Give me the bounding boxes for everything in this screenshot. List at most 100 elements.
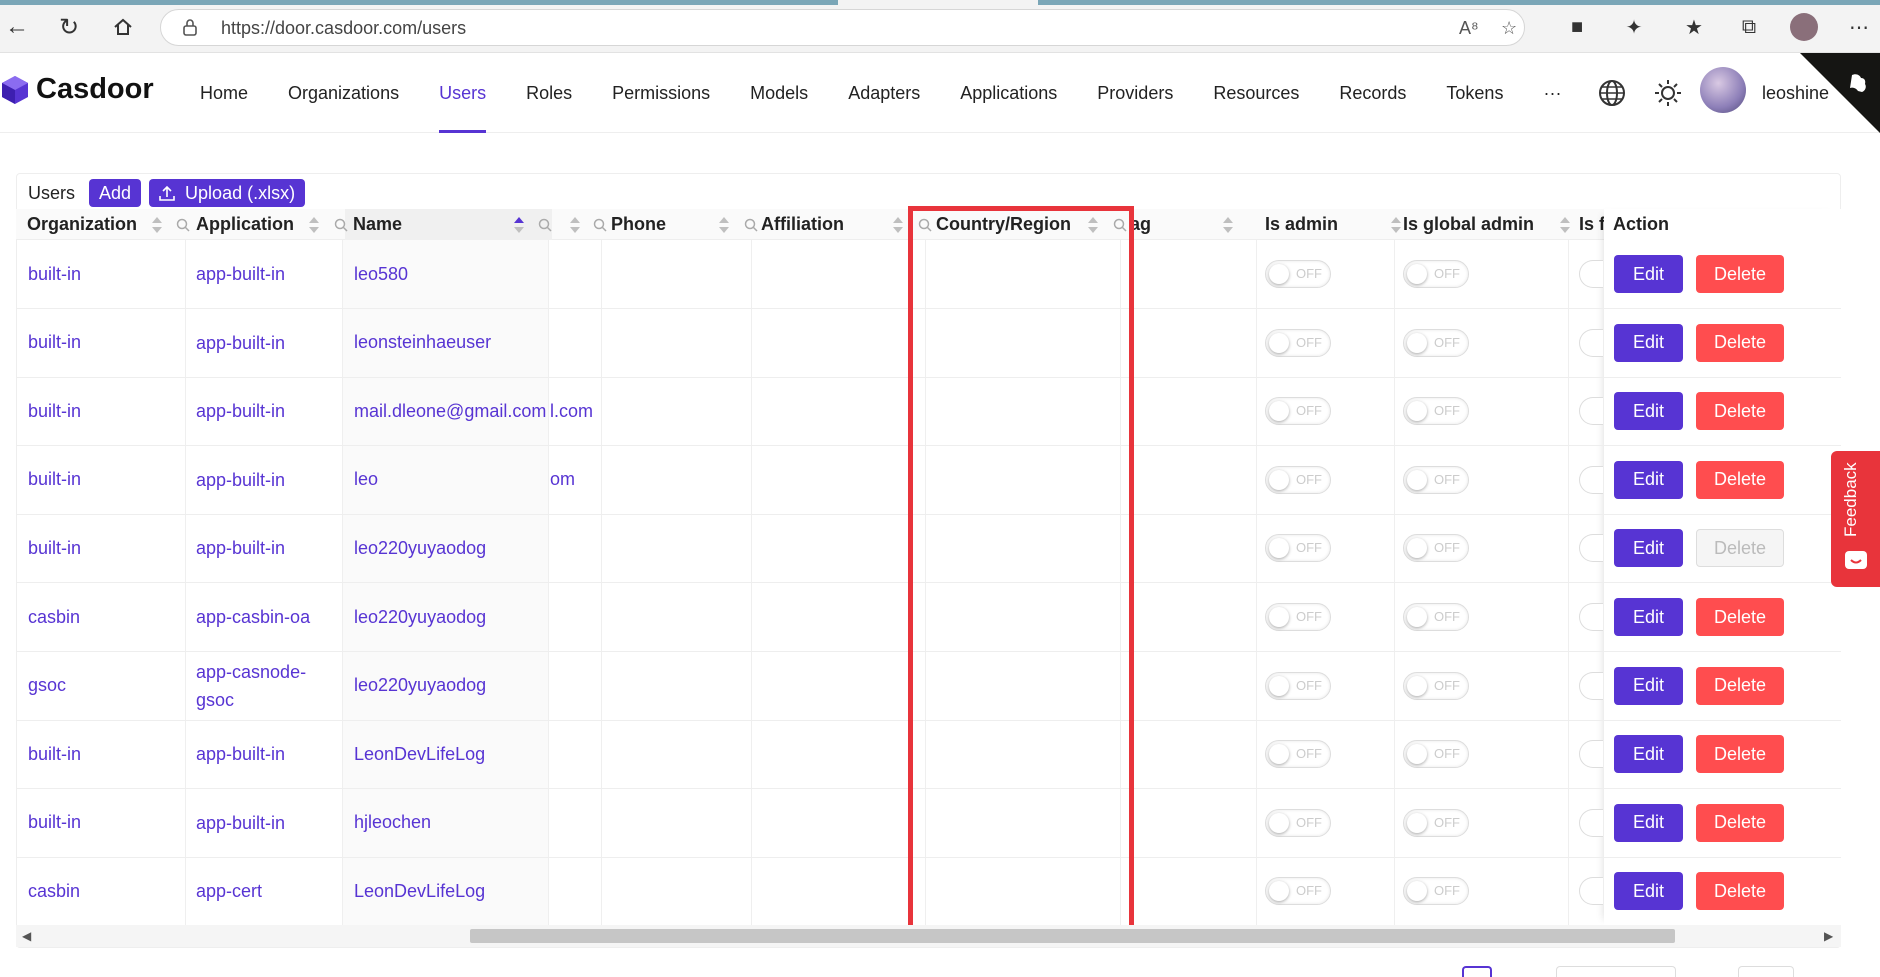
user-name-link[interactable]: leo220yuyaodog: [354, 652, 486, 720]
search-icon[interactable]: [334, 218, 348, 232]
page-size-select[interactable]: [1556, 966, 1676, 977]
user-name-link[interactable]: hjleochen: [354, 789, 431, 857]
menu-item-home[interactable]: Home: [180, 53, 268, 133]
col-phone[interactable]: Phone: [611, 209, 666, 240]
application-link[interactable]: app-casbin-oa: [196, 583, 336, 651]
is-global-admin-switch[interactable]: OFF: [1403, 260, 1469, 288]
organization-link[interactable]: built-in: [28, 720, 81, 788]
menu-item-more[interactable]: ···: [1523, 53, 1581, 133]
is-admin-switch[interactable]: OFF: [1265, 740, 1331, 769]
sort-icon[interactable]: [1222, 216, 1234, 234]
edit-button[interactable]: Edit: [1614, 392, 1683, 431]
organization-link[interactable]: built-in: [28, 377, 81, 445]
application-link[interactable]: app-built-in: [196, 309, 336, 377]
feedback-tab[interactable]: Feedback: [1831, 451, 1880, 587]
email-fragment[interactable]: l.com: [550, 377, 593, 445]
is-forbidden-switch[interactable]: [1579, 534, 1603, 563]
sort-icon[interactable]: [569, 216, 581, 234]
is-global-admin-switch[interactable]: OFF: [1403, 603, 1469, 631]
edit-button[interactable]: Edit: [1614, 323, 1683, 362]
user-name-link[interactable]: LeonDevLifeLog: [354, 720, 485, 788]
organization-link[interactable]: casbin: [28, 857, 80, 925]
menu-item-permissions[interactable]: Permissions: [592, 53, 730, 133]
organization-link[interactable]: gsoc: [28, 652, 66, 720]
is-admin-switch[interactable]: OFF: [1265, 534, 1331, 563]
is-global-admin-switch[interactable]: OFF: [1403, 877, 1469, 906]
sort-icon[interactable]: [308, 216, 320, 234]
back-icon[interactable]: ←: [0, 10, 34, 44]
read-aloud-icon[interactable]: A⁸: [1459, 18, 1479, 39]
delete-button[interactable]: Delete: [1696, 666, 1784, 705]
edit-button[interactable]: Edit: [1614, 666, 1683, 705]
user-name-link[interactable]: mail.dleone@gmail.com: [354, 377, 546, 445]
col-affiliation[interactable]: Affiliation: [761, 209, 844, 240]
col-is-forbidden[interactable]: Is f: [1579, 209, 1605, 240]
menu-item-records[interactable]: Records: [1319, 53, 1426, 133]
profile-avatar-icon[interactable]: [1790, 13, 1818, 41]
sort-icon[interactable]: [892, 216, 904, 234]
upload-xlsx-button[interactable]: Upload (.xlsx): [149, 179, 306, 207]
menu-item-tokens[interactable]: Tokens: [1426, 53, 1523, 133]
sort-icon[interactable]: [513, 216, 525, 234]
edit-button[interactable]: Edit: [1614, 735, 1683, 774]
is-admin-switch[interactable]: OFF: [1265, 671, 1331, 700]
collections-icon[interactable]: ⧉: [1735, 13, 1763, 41]
is-global-admin-switch[interactable]: OFF: [1403, 671, 1469, 700]
organization-link[interactable]: built-in: [28, 789, 81, 857]
col-is-admin[interactable]: Is admin: [1265, 209, 1338, 240]
edit-button[interactable]: Edit: [1614, 803, 1683, 842]
is-admin-switch[interactable]: OFF: [1265, 877, 1331, 906]
user-name-link[interactable]: leo220yuyaodog: [354, 514, 486, 582]
menu-item-applications[interactable]: Applications: [940, 53, 1077, 133]
scroll-thumb[interactable]: [470, 929, 1675, 943]
edit-button[interactable]: Edit: [1614, 460, 1683, 499]
user-name-link[interactable]: leo: [354, 446, 378, 514]
user-name-link[interactable]: leo220yuyaodog: [354, 583, 486, 651]
is-global-admin-switch[interactable]: OFF: [1403, 328, 1469, 357]
is-forbidden-switch[interactable]: [1579, 397, 1603, 426]
lock-icon[interactable]: [181, 18, 199, 36]
search-icon[interactable]: [593, 218, 607, 232]
is-forbidden-switch[interactable]: [1579, 671, 1603, 700]
email-fragment[interactable]: om: [550, 446, 575, 514]
reload-icon[interactable]: ↻: [52, 10, 86, 44]
pagination-current-page[interactable]: [1462, 966, 1492, 977]
github-corner-icon[interactable]: [1800, 53, 1880, 133]
sort-icon[interactable]: [1559, 216, 1571, 234]
application-link[interactable]: app-built-in: [196, 446, 336, 514]
application-link[interactable]: app-casnode-gsoc: [196, 652, 336, 720]
delete-button[interactable]: Delete: [1696, 735, 1784, 774]
is-global-admin-switch[interactable]: OFF: [1403, 740, 1469, 769]
menu-item-models[interactable]: Models: [730, 53, 828, 133]
sort-icon[interactable]: [1390, 216, 1402, 234]
menu-item-organizations[interactable]: Organizations: [268, 53, 419, 133]
delete-button[interactable]: Delete: [1696, 872, 1784, 911]
sort-icon[interactable]: [718, 216, 730, 234]
url-text[interactable]: https://door.casdoor.com/users: [221, 18, 466, 39]
col-application[interactable]: Application: [196, 209, 294, 240]
sort-icon[interactable]: [151, 216, 163, 234]
edit-button[interactable]: Edit: [1614, 598, 1683, 636]
more-icon[interactable]: ⋯: [1845, 13, 1873, 41]
search-icon[interactable]: [538, 218, 552, 232]
search-icon[interactable]: [176, 218, 190, 232]
is-admin-switch[interactable]: OFF: [1265, 603, 1331, 631]
favorite-add-icon[interactable]: ☆: [1501, 18, 1517, 39]
is-forbidden-switch[interactable]: [1579, 260, 1603, 288]
organization-link[interactable]: built-in: [28, 514, 81, 582]
search-icon[interactable]: [744, 218, 758, 232]
edit-button[interactable]: Edit: [1614, 255, 1683, 293]
is-admin-switch[interactable]: OFF: [1265, 808, 1331, 837]
is-forbidden-switch[interactable]: [1579, 877, 1603, 906]
application-link[interactable]: app-cert: [196, 857, 336, 925]
user-name-link[interactable]: leo580: [354, 240, 408, 308]
delete-button[interactable]: Delete: [1696, 460, 1784, 499]
delete-button[interactable]: Delete: [1696, 392, 1784, 431]
scroll-right-icon[interactable]: ▶: [1824, 929, 1833, 943]
col-tag[interactable]: Tag: [1133, 209, 1151, 240]
home-icon[interactable]: [106, 10, 140, 44]
application-link[interactable]: app-built-in: [196, 240, 336, 308]
add-user-button[interactable]: Add: [89, 179, 142, 207]
address-bar[interactable]: https://door.casdoor.com/users A⁸ ☆: [160, 9, 1525, 46]
user-name-link[interactable]: LeonDevLifeLog: [354, 857, 485, 925]
